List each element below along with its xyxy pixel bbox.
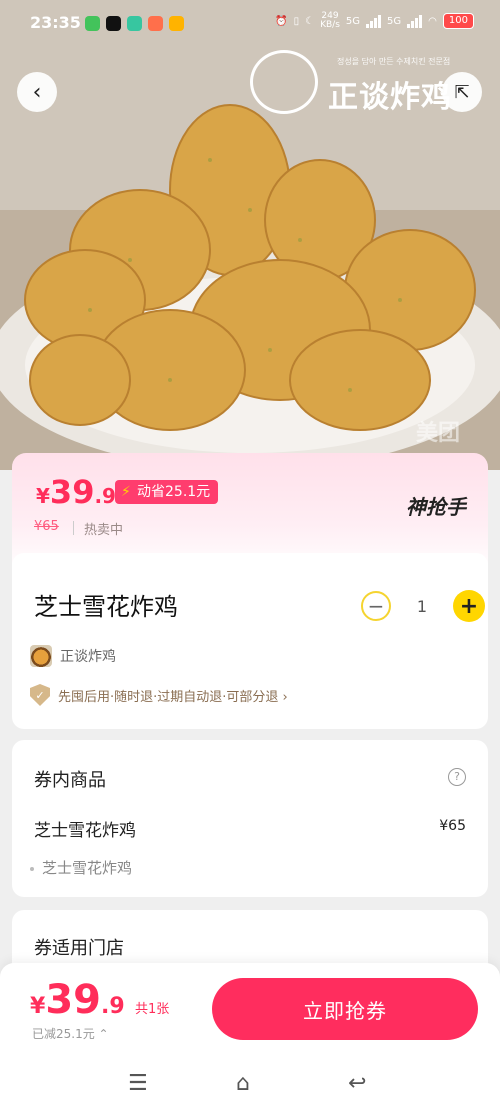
app-icon [127, 16, 142, 31]
share-button[interactable]: ⇱ [442, 72, 482, 112]
price-integer: 39 [49, 473, 95, 511]
chevron-left-icon: ‹ [32, 79, 42, 105]
price-currency: ¥ [36, 484, 50, 508]
goods-item-price: ¥65 [439, 818, 466, 834]
signal-icon [366, 14, 382, 28]
deal-price: ¥39.9 [36, 473, 116, 511]
vibrate-icon: ▯ [293, 15, 300, 27]
saved-amount[interactable]: 已减25.1元 ⌃ [32, 1025, 109, 1042]
shop-name: 正谈炸鸡 [60, 649, 116, 665]
status-right: ⏰ ▯ ☾ 249 KB/s 5G 5G ◠ 100 [275, 12, 474, 30]
store-title: 券适用门店 [34, 938, 124, 959]
coupon-count: 共1张 [135, 1002, 170, 1017]
watermark: 美团 [415, 421, 460, 446]
status-time: 23:35 [30, 13, 81, 32]
minus-icon: − [367, 594, 385, 618]
signal-icon [407, 14, 423, 28]
shop-row[interactable]: 正谈炸鸡 [30, 645, 116, 667]
bottom-currency: ¥ [30, 994, 46, 1019]
quantity-value: 1 [416, 596, 428, 616]
original-price: ¥65 [34, 519, 59, 534]
shield-check-icon: ✓ [30, 684, 50, 706]
plus-icon: + [459, 593, 479, 619]
sim1-label: 5G [345, 15, 361, 27]
bottom-price-integer: 39 [45, 977, 101, 1023]
logo-tagline: 정성을 담아 만든 수제치킨 전문점 [337, 57, 451, 66]
help-icon[interactable]: ? [448, 768, 466, 786]
lightning-icon: ⚡ [121, 484, 131, 500]
alarm-icon: ⏰ [275, 15, 288, 27]
divider [73, 521, 74, 535]
buy-button[interactable]: 立即抢券 [212, 978, 478, 1040]
bullet-icon [30, 866, 34, 871]
weibo-icon [169, 16, 184, 31]
bottom-price: ¥39.9 [30, 977, 125, 1023]
policy-row[interactable]: ✓ 先囤后用·随时退·过期自动退·可部分退 › [30, 684, 288, 706]
minus-button[interactable]: − [361, 591, 391, 621]
sim2-label: 5G [387, 15, 402, 27]
home-icon[interactable]: ⌂ [236, 1071, 250, 1096]
app-icon [148, 16, 163, 31]
app-icon [85, 16, 100, 31]
logo-name: 正谈炸鸡 [328, 80, 452, 115]
save-badge: ⚡ 动省25.1元 [115, 480, 219, 504]
system-nav-bar: ☰ ⌂ ↩ [0, 1065, 500, 1105]
menu-icon[interactable]: ☰ [128, 1071, 148, 1096]
bottom-bar: ¥39.9 共1张 已减25.1元 ⌃ 立即抢券 ☰ ⌂ ↩ [0, 963, 500, 1113]
quantity-stepper: − 1 + [361, 590, 485, 622]
coupon-goods-card: 券内商品 ? 芝士雪花炸鸡 ¥65 芝士雪花炸鸡 [12, 740, 488, 897]
notification-icons [85, 16, 184, 31]
goods-sub-item-label: 芝士雪花炸鸡 [42, 859, 133, 877]
plus-button[interactable]: + [453, 590, 485, 622]
back-nav-icon[interactable]: ↩ [348, 1071, 366, 1096]
battery-indicator: 100 [442, 13, 474, 29]
goods-item-name: 芝士雪花炸鸡 [34, 821, 136, 841]
moon-icon: ☾ [305, 15, 315, 27]
save-label: 动省25.1元 [137, 484, 211, 500]
goods-sub-item: 芝士雪花炸鸡 [30, 857, 132, 878]
shop-thumbnail [30, 645, 52, 667]
tiktok-icon [106, 16, 121, 31]
status-bar: 23:35 ⏰ ▯ ☾ 249 KB/s 5G 5G ◠ 100 [0, 0, 500, 48]
product-name: 芝士雪花炸鸡 [34, 593, 178, 621]
logo-emblem-icon [250, 50, 318, 114]
bottom-price-decimal: .9 [100, 994, 125, 1019]
goods-title: 券内商品 [34, 770, 106, 791]
net-speed: 249 KB/s [320, 12, 340, 30]
net-speed-unit: KB/s [320, 20, 340, 30]
wifi-icon: ◠ [428, 15, 437, 27]
product-card: 芝士雪花炸鸡 − 1 + 正谈炸鸡 ✓ 先囤后用·随时退·过期自动退·可部分退 … [12, 553, 488, 729]
back-button[interactable]: ‹ [17, 72, 57, 112]
policy-text: 先囤后用·随时退·过期自动退·可部分退 › [58, 689, 288, 705]
price-decimal: .9 [94, 484, 116, 508]
brand-tag: 神抢手 [406, 495, 466, 519]
share-icon: ⇱ [454, 81, 470, 103]
sale-status: 热卖中 [84, 523, 124, 538]
